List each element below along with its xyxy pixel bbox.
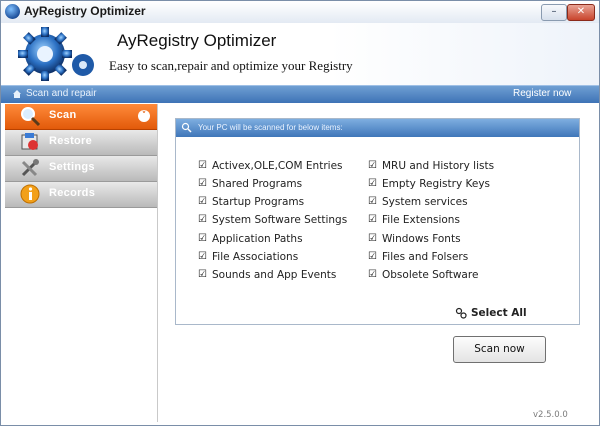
select-all-icon [455, 307, 467, 319]
checkmark-icon[interactable]: ☑ [198, 234, 208, 244]
chevron-down-icon: ˅ [138, 110, 150, 122]
gear-logo-icon [18, 27, 94, 81]
checkmark-icon[interactable]: ☑ [368, 161, 378, 171]
checkmark-icon[interactable]: ☑ [368, 252, 378, 262]
checkmark-icon[interactable]: ☑ [198, 161, 208, 171]
checkbox-label: Empty Registry Keys [382, 178, 491, 190]
sidebar-item-records[interactable]: Records [5, 182, 157, 208]
app-title: AyRegistry Optimizer [117, 31, 277, 50]
checkbox-label: MRU and History lists [382, 160, 495, 172]
select-all-label: Select All [471, 307, 527, 319]
info-icon [20, 184, 40, 204]
sidebar-item-label: Scan [49, 109, 77, 121]
checkmark-icon[interactable]: ☑ [368, 197, 378, 207]
sidebar-item-label: Restore [49, 135, 93, 147]
nav-bar: Scan and repair Register now [1, 85, 599, 103]
checkbox-label: Startup Programs [212, 196, 305, 208]
sidebar: Scan ˅ Restore Settings Records [5, 104, 158, 422]
sidebar-item-label: Records [49, 187, 96, 199]
minimize-button[interactable]: – [541, 4, 567, 21]
checkmark-icon[interactable]: ☑ [198, 270, 208, 280]
checkbox-label: System services [382, 196, 468, 208]
checkbox-label: Files and Folsers [382, 251, 469, 263]
app-icon [5, 4, 20, 19]
checkbox-label: Obsolete Software [382, 269, 479, 281]
restore-icon [21, 133, 38, 150]
version-label: v2.5.0.0 [533, 410, 568, 420]
checkbox-label: Sounds and App Events [212, 269, 337, 281]
checkbox-label: System Software Settings [212, 214, 348, 226]
checkbox-label: Shared Programs [212, 178, 303, 190]
panel-header-text: Your PC will be scanned for below items: [198, 123, 343, 132]
checkmark-icon[interactable]: ☑ [368, 234, 378, 244]
search-icon [181, 122, 192, 133]
checkmark-icon[interactable]: ☑ [368, 215, 378, 225]
scan-items-panel: Your PC will be scanned for below items:… [175, 118, 580, 325]
settings-icon [21, 159, 39, 177]
sidebar-item-scan[interactable]: Scan ˅ [5, 104, 157, 130]
checkmark-icon[interactable]: ☑ [198, 252, 208, 262]
register-now-link[interactable]: Register now [513, 88, 571, 99]
checkmark-icon[interactable]: ☑ [198, 197, 208, 207]
checkbox-label: Application Paths [212, 233, 303, 245]
app-tagline: Easy to scan,repair and optimize your Re… [109, 58, 353, 73]
sidebar-item-restore[interactable]: Restore [5, 130, 157, 156]
panel-header: Your PC will be scanned for below items: [176, 119, 579, 137]
checkbox-label: File Extensions [382, 214, 460, 226]
app-window: AyRegistry Optimizer – ✕ AyRegistry Opti… [0, 0, 600, 426]
breadcrumb: Scan and repair [26, 88, 97, 99]
home-icon[interactable] [12, 89, 22, 99]
close-icon: ✕ [576, 6, 586, 17]
checkmark-icon[interactable]: ☑ [368, 270, 378, 280]
scan-now-button[interactable]: Scan now [453, 336, 546, 363]
title-bar[interactable]: AyRegistry Optimizer – ✕ [1, 1, 599, 24]
magnifier-icon [21, 107, 41, 127]
window-title: AyRegistry Optimizer [24, 4, 146, 18]
sidebar-item-settings[interactable]: Settings [5, 156, 157, 182]
checkmark-icon[interactable]: ☑ [368, 179, 378, 189]
close-button[interactable]: ✕ [567, 4, 595, 21]
minimize-icon: – [551, 6, 557, 17]
select-all-link[interactable]: Select All [455, 307, 527, 319]
checkbox-label: Activex,OLE,COM Entries [212, 160, 343, 172]
header-banner: AyRegistry Optimizer Easy to scan,repair… [1, 23, 599, 85]
sidebar-item-label: Settings [49, 161, 95, 173]
checkmark-icon[interactable]: ☑ [198, 215, 208, 225]
checkbox-label: File Associations [212, 251, 299, 263]
checkbox-label: Windows Fonts [382, 233, 461, 245]
checkmark-icon[interactable]: ☑ [198, 179, 208, 189]
